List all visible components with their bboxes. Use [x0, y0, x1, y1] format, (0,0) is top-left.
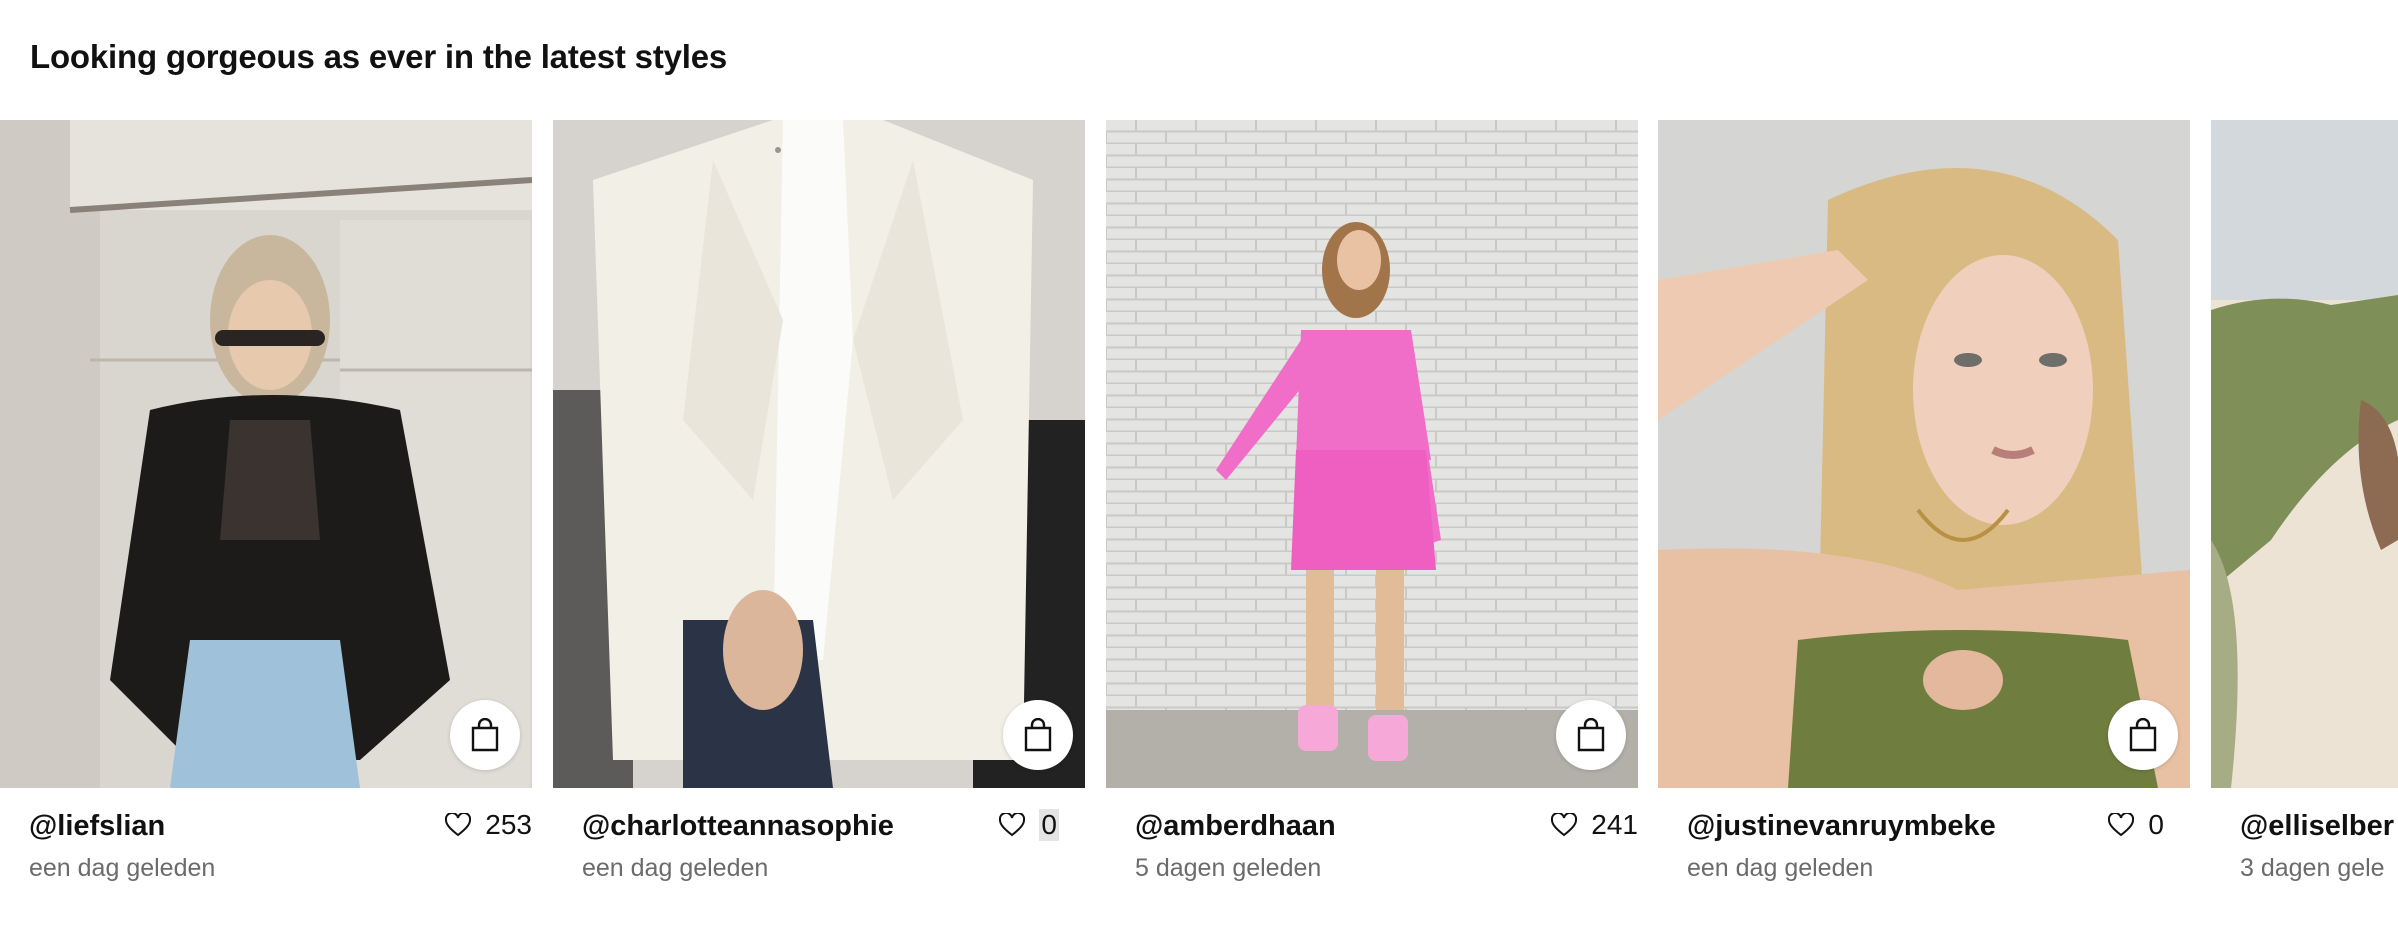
post-meta: @charlotteannasophie 0 een dag geleden: [553, 802, 1085, 902]
white-jacket-image: [553, 120, 1085, 788]
post-photo[interactable]: [0, 120, 532, 788]
post-likes: 253: [445, 809, 532, 841]
shopping-bag-icon: [1577, 718, 1605, 752]
heart-icon[interactable]: [1551, 813, 1578, 837]
like-count: 253: [485, 809, 532, 840]
post-likes: 0: [999, 809, 1059, 841]
like-count: 0: [2148, 809, 2164, 840]
post-photo[interactable]: [2211, 120, 2398, 788]
post-likes: 241: [1551, 809, 1638, 841]
post-handle[interactable]: @liefslian: [29, 810, 165, 843]
shop-look-button[interactable]: [2108, 700, 2178, 770]
post-photo[interactable]: [1106, 120, 1638, 788]
post-meta: @elliselber 3 dagen gele: [2211, 802, 2398, 902]
heart-icon[interactable]: [2108, 813, 2135, 837]
post-time: een dag geleden: [1687, 854, 1874, 882]
post-time: een dag geleden: [582, 854, 769, 882]
woman-leather-jacket-image: [0, 120, 532, 788]
post-handle[interactable]: @amberdhaan: [1135, 810, 1336, 843]
heart-icon[interactable]: [445, 813, 472, 837]
section-title: Looking gorgeous as ever in the latest s…: [30, 38, 728, 75]
post-card[interactable]: @amberdhaan 241 5 dagen geleden: [1106, 120, 1638, 900]
shop-look-button[interactable]: [450, 700, 520, 770]
green-top-image: [1658, 120, 2190, 788]
shop-look-button[interactable]: [1003, 700, 1073, 770]
post-card[interactable]: @elliselber 3 dagen gele: [2211, 120, 2398, 900]
shopping-bag-icon: [471, 718, 499, 752]
post-card[interactable]: @justinevanruymbeke 0 een dag geleden: [1658, 120, 2190, 900]
post-meta: @justinevanruymbeke 0 een dag geleden: [1658, 802, 2190, 902]
post-time: 3 dagen gele: [2240, 854, 2385, 882]
post-card[interactable]: @liefslian 253 een dag geleden: [0, 120, 532, 900]
post-time: een dag geleden: [29, 854, 216, 882]
shop-look-button[interactable]: [1556, 700, 1626, 770]
ugc-carousel[interactable]: @liefslian 253 een dag geleden @charlott…: [0, 120, 2398, 936]
post-meta: @liefslian 253 een dag geleden: [0, 802, 532, 902]
like-count: 0: [1039, 809, 1059, 841]
shopping-bag-icon: [1024, 718, 1052, 752]
post-meta: @amberdhaan 241 5 dagen geleden: [1106, 802, 1638, 902]
post-handle[interactable]: @elliselber: [2240, 810, 2394, 843]
post-likes: 0: [2108, 809, 2164, 841]
post-handle[interactable]: @charlotteannasophie: [582, 810, 894, 843]
dunes-image: [2211, 120, 2398, 788]
pink-suit-image: [1106, 120, 1638, 788]
post-card[interactable]: @charlotteannasophie 0 een dag geleden: [553, 120, 1085, 900]
post-handle[interactable]: @justinevanruymbeke: [1687, 810, 1996, 843]
post-photo[interactable]: [553, 120, 1085, 788]
post-photo[interactable]: [1658, 120, 2190, 788]
like-count: 241: [1591, 809, 1638, 840]
post-time: 5 dagen geleden: [1135, 854, 1322, 882]
heart-icon[interactable]: [999, 813, 1026, 837]
shopping-bag-icon: [2129, 718, 2157, 752]
